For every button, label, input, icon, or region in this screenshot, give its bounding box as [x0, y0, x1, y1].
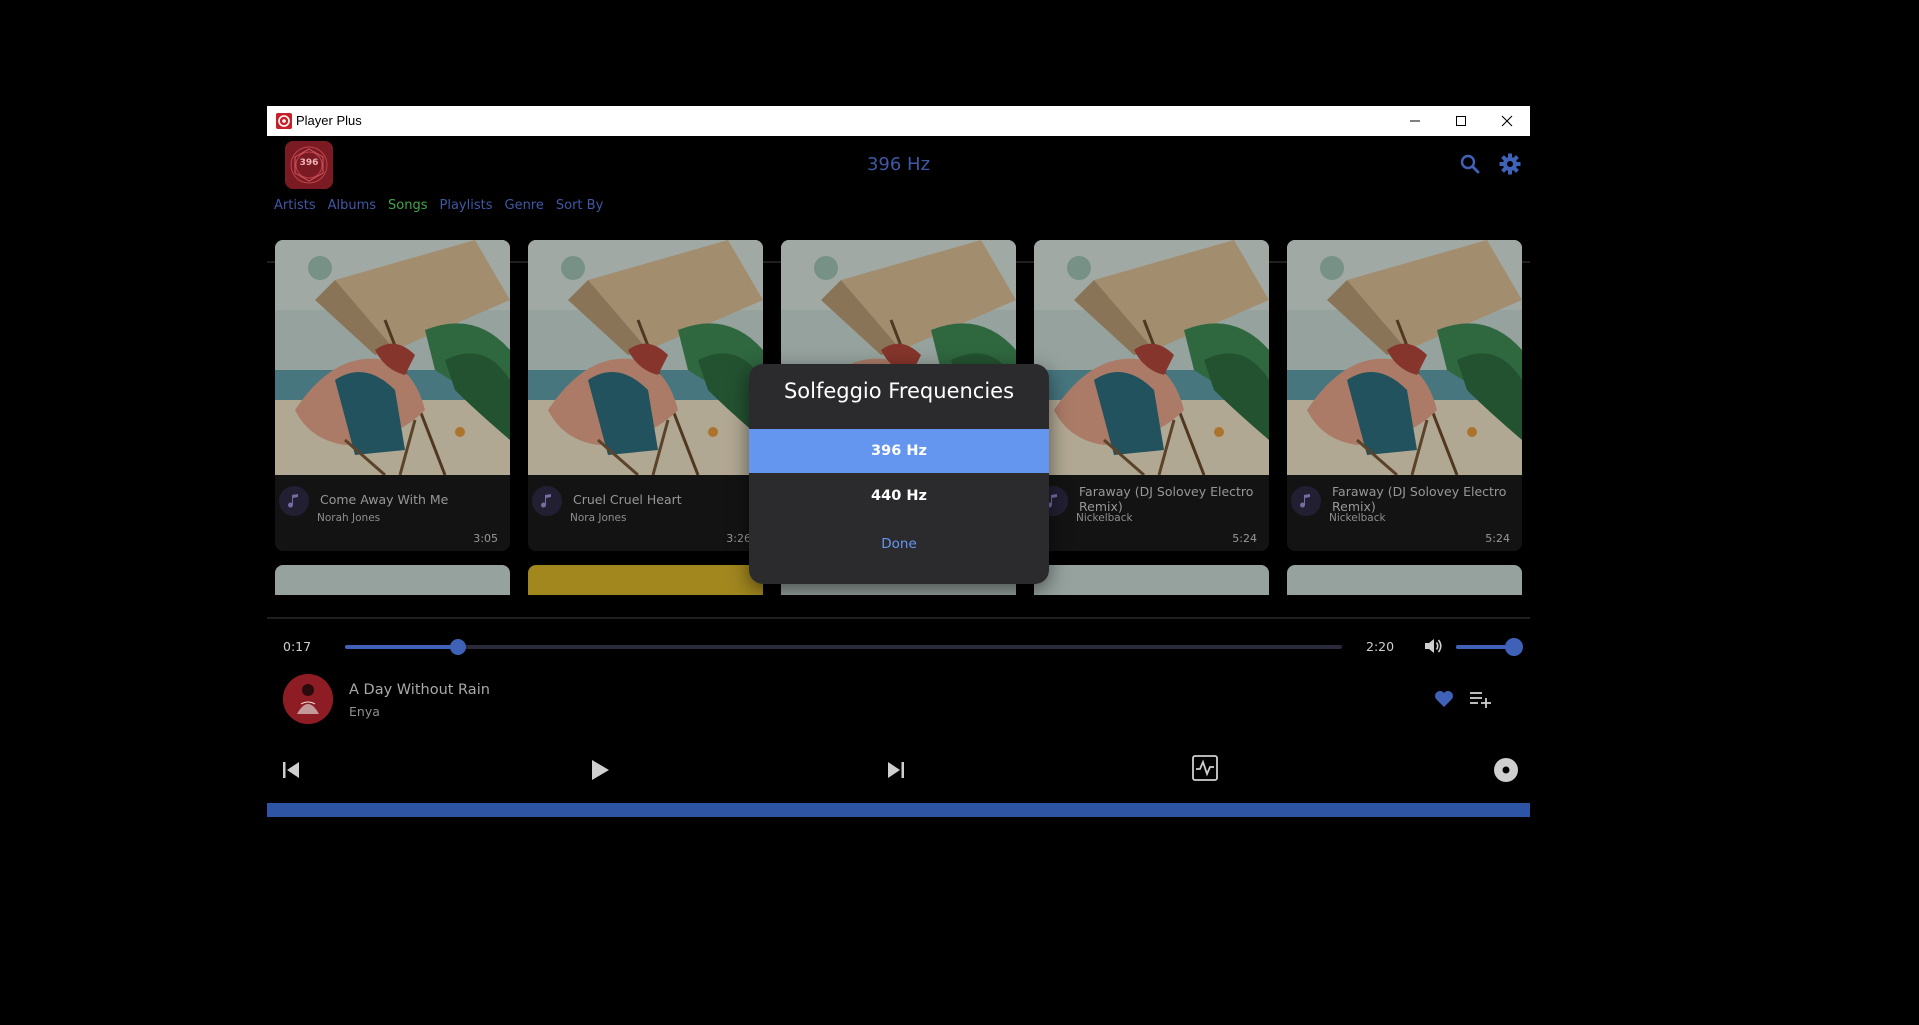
dialog-title: Solfeggio Frequencies [783, 379, 1015, 403]
title-bar: Player Plus [267, 106, 1530, 136]
frequency-option-440[interactable]: 440 Hz [749, 474, 1049, 518]
previous-button[interactable] [279, 758, 303, 782]
search-button[interactable] [1458, 152, 1482, 176]
visualizer-button[interactable] [1191, 754, 1219, 782]
like-button[interactable] [1433, 688, 1455, 710]
library-nav: Artists Albums Songs Playlists Genre Sor… [274, 198, 603, 213]
activity-icon [1192, 755, 1218, 781]
tab-sort-by[interactable]: Sort By [556, 198, 603, 213]
tab-genre[interactable]: Genre [505, 198, 544, 213]
now-playing: A Day Without Rain Enya [267, 674, 1530, 734]
tab-songs[interactable]: Songs [388, 198, 427, 213]
add-to-playlist-button[interactable] [1468, 688, 1492, 710]
footer-bar [267, 803, 1530, 817]
total-time: 2:20 [1366, 639, 1395, 654]
volume-button[interactable] [1422, 635, 1444, 657]
done-button[interactable]: Done [749, 536, 1049, 552]
volume-slider-handle[interactable] [1504, 638, 1523, 656]
skip-previous-icon [283, 762, 299, 778]
heart-icon [1435, 691, 1453, 707]
app-logo-icon [276, 113, 292, 129]
elapsed-time: 0:17 [283, 639, 312, 654]
window-title: Player Plus [296, 113, 362, 128]
playlist-add-icon [1470, 692, 1491, 708]
progress-row: 0:17 2:20 [267, 631, 1530, 661]
player-divider [267, 617, 1530, 619]
app-window: Player Plus 396 396 Hz Artists Albums So… [267, 106, 1530, 817]
settings-button[interactable] [1498, 152, 1522, 176]
frequency-dialog: Solfeggio Frequencies 396 Hz 440 Hz Done [749, 364, 1049, 584]
tab-albums[interactable]: Albums [328, 198, 376, 213]
skip-next-icon [888, 762, 904, 778]
volume-icon [1425, 639, 1442, 653]
seek-bar-fill [345, 645, 458, 649]
gear-icon [1499, 153, 1521, 175]
close-button[interactable] [1484, 106, 1530, 136]
close-icon [1501, 115, 1513, 127]
minimize-icon [1410, 120, 1420, 122]
frequency-option-396[interactable]: 396 Hz [749, 429, 1049, 473]
current-frequency: 396 Hz [866, 154, 931, 175]
maximize-button[interactable] [1438, 106, 1484, 136]
now-playing-artist: Enya [349, 704, 380, 719]
play-button[interactable] [585, 756, 613, 784]
maximize-icon [1456, 116, 1466, 126]
playback-controls [267, 746, 1530, 796]
search-icon [1460, 154, 1480, 174]
cover-art [283, 674, 333, 724]
now-playing-title: A Day Without Rain [349, 682, 490, 698]
seek-bar-handle[interactable] [449, 639, 466, 655]
play-icon [592, 760, 609, 780]
disc-button[interactable] [1493, 757, 1519, 783]
next-button[interactable] [884, 758, 908, 782]
tab-artists[interactable]: Artists [274, 198, 316, 213]
tab-playlists[interactable]: Playlists [440, 198, 493, 213]
seek-bar[interactable] [345, 645, 1342, 649]
minimize-button[interactable] [1392, 106, 1438, 136]
now-playing-cover[interactable] [283, 674, 333, 724]
disc-icon [1494, 758, 1518, 782]
